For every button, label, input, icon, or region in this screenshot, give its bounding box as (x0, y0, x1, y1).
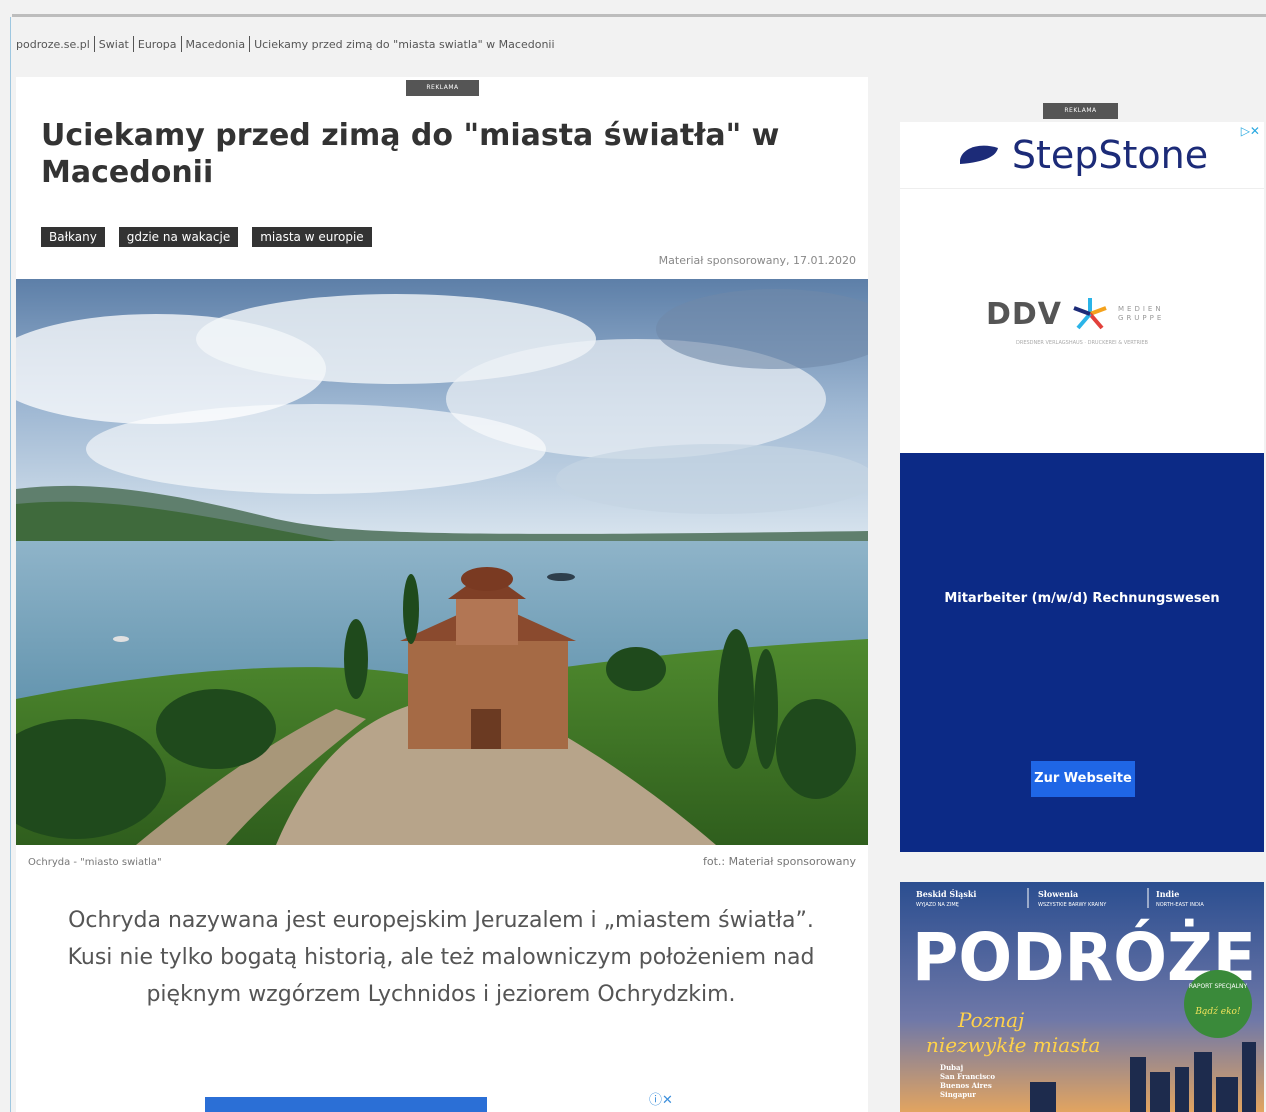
left-border (10, 17, 11, 1112)
stepstone-mark-icon (959, 145, 998, 164)
cover-badge-label: RAPORT SPECJALNY (1189, 983, 1248, 990)
inline-ad-button[interactable] (205, 1097, 487, 1112)
breadcrumb-separator (93, 36, 95, 52)
sidebar-ad-magazine[interactable]: Beskid Śląski WYJAZD NA ZIMĘ Słowenia WS… (900, 882, 1264, 1112)
tag-balkany[interactable]: Bałkany (41, 227, 105, 247)
tag-gdzie-na-wakacje[interactable]: gdzie na wakacje (118, 227, 239, 247)
ddv-fineprint: DRESDNER VERLAGSHAUS · DRUCKEREI & VERTR… (1016, 340, 1148, 346)
stepstone-logo[interactable]: StepStone (900, 122, 1264, 189)
breadcrumb-current: Uciekamy przed zimą do "miasta swiatla" … (254, 38, 555, 51)
cover-headline-2: niezwykłe miasta (926, 1033, 1100, 1057)
star-icon (1073, 298, 1107, 330)
cover-city-2: San Francisco (940, 1072, 995, 1081)
article-meta: Materiał sponsorowany, 17.01.2020 (658, 254, 856, 267)
ad-label: REKLAMA (406, 80, 479, 96)
sidebar-ad-jobs[interactable]: StepStone ▷✕ DDV MEDIEN GRUPPE DRESDNER … (900, 122, 1264, 852)
article: REKLAMA Uciekamy przed zimą do "miasta ś… (16, 77, 868, 1112)
image-caption: Ochryda - "miasto swiatla" (28, 857, 162, 868)
job-title[interactable]: Mitarbeiter (m/w/d) Rechnungswesen (900, 591, 1264, 606)
tag-list: Bałkany gdzie na wakacje miasta w europi… (41, 227, 372, 247)
cover-subheader-1: WYJAZD NA ZIMĘ (916, 902, 959, 908)
hero-image (16, 279, 868, 845)
cover-badge-text: Bądź eko! (1194, 1006, 1241, 1017)
ddv-subtitle: MEDIEN GRUPPE (1118, 305, 1165, 322)
ddv-brand: DDV (985, 296, 1063, 332)
cover-city-3: Buenos Aires (940, 1081, 992, 1090)
cover-subheader-2: WSZYSTKIE BARWY KRAINY (1038, 902, 1107, 908)
website-button[interactable]: Zur Webseite (1031, 761, 1135, 797)
article-lead: Ochryda nazywana jest europejskim Jeruza… (67, 908, 815, 1007)
job-panel: Mitarbeiter (m/w/d) Rechnungswesen Zur W… (900, 453, 1264, 852)
breadcrumb-separator (180, 36, 182, 52)
cover-header-1: Beskid Śląski (916, 889, 976, 899)
breadcrumb-separator (249, 36, 251, 52)
ddv-logo: DDV MEDIEN GRUPPE DRESDNER VERLAGSHAUS ·… (900, 188, 1264, 453)
adchoices-icon[interactable]: ▷✕ (1241, 124, 1260, 138)
image-credit: fot.: Materiał sponsorowany (703, 855, 856, 868)
adchoices-icon[interactable]: ⓘ✕ (649, 1089, 673, 1108)
cover-header-3: Indie (1156, 889, 1179, 899)
cover-header-2: Słowenia (1038, 889, 1078, 899)
cover-city-1: Dubaj (940, 1063, 963, 1072)
tag-miasta-w-europie[interactable]: miasta w europie (252, 227, 372, 247)
breadcrumb-macedonia[interactable]: Macedonia (186, 38, 246, 51)
sidebar-ad-label: REKLAMA (1043, 103, 1118, 119)
breadcrumb: podroze.se.pl Swiat Europa Macedonia Uciekam… (16, 36, 555, 52)
breadcrumb-world[interactable]: Swiat (99, 38, 129, 51)
breadcrumb-home[interactable]: podroze.se.pl (16, 38, 90, 51)
stepstone-brand: StepStone (1011, 133, 1209, 177)
breadcrumb-europe[interactable]: Europa (138, 38, 177, 51)
cover-city-4: Singapur (940, 1090, 976, 1099)
cover-subheader-3: NORTH-EAST INDIA (1156, 902, 1204, 908)
article-title: Uciekamy przed zimą do "miasta światła" … (41, 118, 780, 190)
top-divider (12, 14, 1266, 17)
breadcrumb-separator (132, 36, 134, 52)
cover-headline-1: Poznaj (957, 1008, 1024, 1032)
